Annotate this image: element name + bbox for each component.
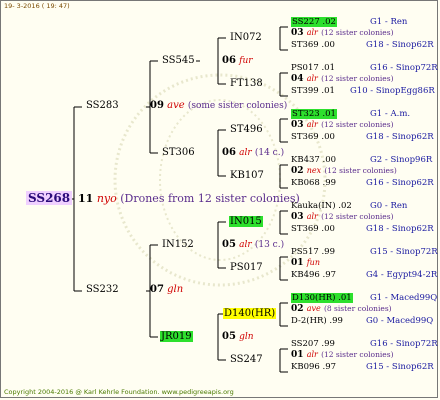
drone-g4-3[interactable]: ST369 .00 [291, 132, 335, 142]
summary-g4-5: 03 alr (12 sister colonies) [291, 212, 394, 222]
queen-g1-1[interactable]: SS283 [86, 101, 119, 111]
drone-info-g4-3: G18 - Sinop62R [366, 132, 434, 142]
drone-g4-5[interactable]: ST369 .00 [291, 224, 335, 234]
queen-g4-1[interactable]: SS227 .02 [291, 17, 337, 27]
queen-g3-1[interactable]: IN072 [230, 33, 262, 43]
summary-g2-2: 06 alr (14 c.) [222, 147, 285, 158]
drone-g4-6[interactable]: KB496 .97 [291, 270, 336, 280]
drone-g4-1[interactable]: ST369 .00 [291, 40, 335, 50]
queen-g4-2[interactable]: PS017 .01 [291, 63, 335, 73]
queen-g3-8[interactable]: SS247 [230, 355, 263, 365]
summary-g4-2: 04 alr (12 sister colonies) [291, 74, 394, 84]
queen-g2-4[interactable]: JR019 [160, 331, 193, 342]
queen-info-g4-5: G0 - Ren [370, 201, 408, 211]
queen-g3-7[interactable]: D140(HR) [223, 308, 277, 319]
queen-g3-6[interactable]: PS017 [230, 263, 263, 273]
drone-info-g4-4: G16 - Sinop62R [366, 178, 434, 188]
queen-info-g4-1: G1 - Ren [370, 17, 408, 27]
drone-info-g4-5: G18 - Sinop62R [366, 224, 434, 234]
queen-g4-5[interactable]: Kauka(IN) .02 [291, 201, 352, 211]
drone-g4-8[interactable]: KB096 .97 [291, 362, 336, 372]
summary-g4-3: 03 alr (12 sister colonies) [291, 120, 394, 130]
queen-info-g4-6: G15 - Sinop72R [370, 247, 438, 257]
queen-info-g4-8: G16 - Sinop72R [370, 339, 438, 349]
summary-g4-7: 02 ave (8 sister colonies) [291, 304, 392, 314]
queen-info-g4-4: G2 - Sinop96R [370, 155, 433, 165]
summary-g2-4: 05 gln [222, 331, 254, 342]
drone-info-g4-6: G4 - Egypt94-2R [366, 270, 438, 280]
summary-g4-1: 03 alr (12 sister colonies) [291, 28, 394, 38]
queen-g2-1[interactable]: SS545 [162, 56, 195, 66]
summary-g2-1: 06 fur [222, 55, 253, 66]
queen-g4-3[interactable]: ST323 .01 [291, 109, 337, 119]
summary-g4-4: 02 nex (12 sister colonies) [291, 166, 397, 176]
queen-g3-5[interactable]: IN015 [229, 216, 263, 227]
drone-g4-4[interactable]: KB068 .99 [291, 178, 336, 188]
queen-g2-2[interactable]: ST306 [162, 148, 195, 158]
queen-g2-3[interactable]: IN152 [162, 240, 194, 250]
queen-g3-2[interactable]: FT138 [230, 79, 263, 89]
summary-g4-8: 01 alr (12 sister colonies) [291, 350, 394, 360]
root-summary: 11 nyo (Drones from 12 sister colonies) [78, 192, 300, 205]
drone-info-g4-8: G15 - Sinop62R [366, 362, 434, 372]
drone-info-g4-1: G18 - Sinop62R [366, 40, 434, 50]
summary-g4-6: 01 fun [291, 258, 320, 268]
queen-info-g4-2: G16 - Sinop72R [370, 63, 438, 73]
queen-g4-4[interactable]: KB437 .00 [291, 155, 336, 165]
queen-info-g4-7: G1 - Maced99Q [370, 293, 438, 303]
summary-g2-3: 05 alr (13 c.) [222, 239, 285, 250]
queen-g3-4[interactable]: KB107 [230, 171, 264, 181]
queen-g4-6[interactable]: PS517 .99 [291, 247, 335, 257]
queen-g1-2[interactable]: SS232 [86, 285, 119, 295]
drone-g4-7[interactable]: D-2(HR) .99 [291, 316, 343, 326]
root-queen[interactable]: SS268 [26, 191, 73, 205]
queen-info-g4-3: G1 - A.m. [370, 109, 411, 119]
drone-info-g4-2: G10 - SinopEgg86R [350, 86, 435, 96]
summary-g1-2: 07 gln [150, 284, 184, 295]
drone-info-g4-7: G0 - Maced99Q [366, 316, 434, 326]
drone-g4-2[interactable]: ST399 .01 [291, 86, 335, 96]
queen-g4-8[interactable]: SS207 .99 [291, 339, 335, 349]
summary-g1-1: 09 ave (some sister colonies) [150, 100, 288, 111]
queen-g4-7[interactable]: D130(HR) .01 [291, 293, 353, 303]
copyright: Copyright 2004-2016 @ Karl Kehrle Founda… [4, 388, 234, 396]
queen-g3-3[interactable]: ST496 [230, 125, 263, 135]
